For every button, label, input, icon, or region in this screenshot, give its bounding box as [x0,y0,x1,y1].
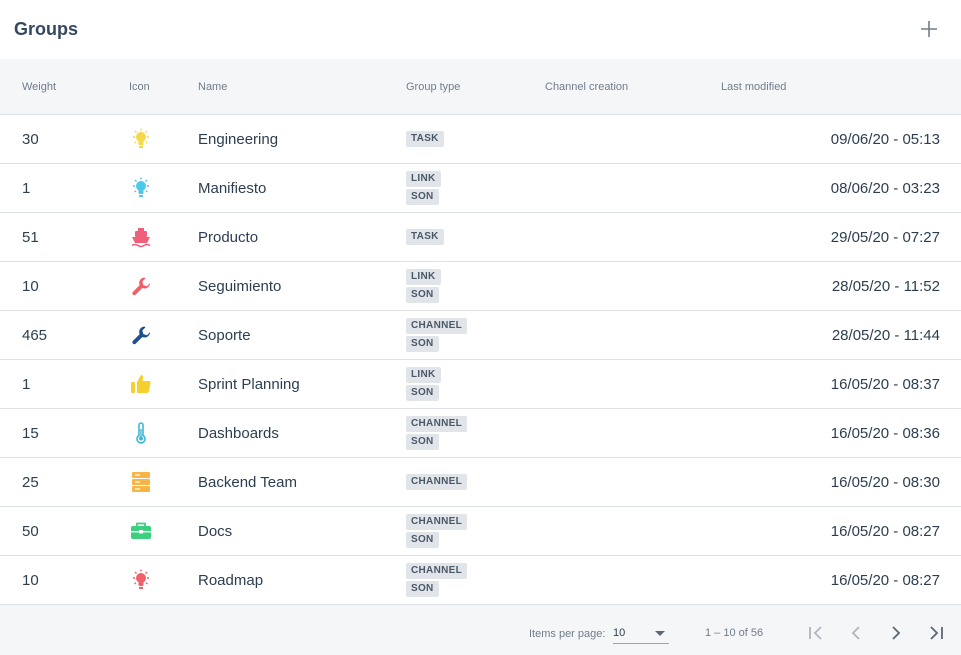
group-type-tag: LINK [406,367,441,383]
group-type-tags: CHANNEL SON [406,556,467,604]
column-header-group-type[interactable]: Group type [406,81,460,93]
row-weight: 25 [22,474,39,491]
group-type-tag: CHANNEL [406,318,467,334]
lightbulb-icon [129,127,153,151]
row-name: Soporte [198,327,251,344]
chevron-down-icon [655,631,665,636]
previous-page-icon[interactable] [845,622,867,644]
row-weight: 465 [22,327,48,344]
table-row[interactable]: 25 Backend Team CHANNEL 16/05/20 - 08:30 [0,458,961,507]
row-name: Roadmap [198,572,264,589]
row-last-modified: 29/05/20 - 07:27 [830,229,940,246]
items-per-page-select[interactable]: 10 [613,624,669,644]
table-row[interactable]: 465 Soporte CHANNEL SON 28/05/20 - 11:44 [0,311,961,360]
row-name: Dashboards [198,425,279,442]
group-type-tag: LINK [406,171,441,187]
row-last-modified: 09/06/20 - 05:13 [830,131,940,148]
group-type-tags: CHANNEL SON [406,507,467,555]
row-name: Docs [198,523,233,540]
paginator: Items per page: 10 1 – 10 of 56 [0,605,961,654]
table-row[interactable]: 15 Dashboards CHANNEL SON 16/05/20 - 08:36 [0,409,961,458]
thermometer-icon [129,421,153,445]
row-name: Seguimiento [198,278,282,295]
row-last-modified: 28/05/20 - 11:44 [831,327,940,344]
row-weight: 1 [22,180,31,197]
row-weight: 51 [22,229,39,246]
row-last-modified: 08/06/20 - 03:23 [830,180,940,197]
group-type-tag: SON [406,581,439,597]
row-last-modified: 16/05/20 - 08:36 [830,425,940,442]
table-row[interactable]: 10 Seguimiento LINK SON 28/05/20 - 11:52 [0,262,961,311]
page-header: Groups [0,0,961,59]
plus-icon[interactable] [917,17,941,41]
group-type-tag: SON [406,532,439,548]
group-type-tags: TASK [406,115,444,163]
group-type-tags: CHANNEL SON [406,311,467,359]
table-row[interactable]: 1 Manifiesto LINK SON 08/06/20 - 03:23 [0,164,961,213]
toolbox-icon [129,519,153,543]
row-weight: 10 [22,572,39,589]
lightbulb-icon [129,176,153,200]
row-weight: 30 [22,131,39,148]
groups-table-body: 30 Engineering TASK 09/06/20 - 05:13 1 Mani… [0,115,961,605]
column-header-weight[interactable]: Weight [22,81,56,93]
items-per-page-value: 10 [613,627,626,639]
group-type-tag: CHANNEL [406,416,467,432]
column-header-last-modified[interactable]: Last modified [721,81,786,93]
server-icon [129,470,153,494]
row-weight: 15 [22,425,39,442]
group-type-tag: TASK [406,131,444,147]
table-row[interactable]: 51 Producto TASK 29/05/20 - 07:27 [0,213,961,262]
group-type-tag: LINK [406,269,441,285]
last-page-icon[interactable] [925,622,947,644]
wrench-icon [129,274,153,298]
row-name: Manifiesto [198,180,267,197]
group-type-tag: CHANNEL [406,514,467,530]
table-row[interactable]: 30 Engineering TASK 09/06/20 - 05:13 [0,115,961,164]
row-last-modified: 16/05/20 - 08:27 [830,523,940,540]
lightbulb-icon [129,568,153,592]
items-per-page-label: Items per page: [529,628,606,640]
group-type-tags: LINK SON [406,262,441,310]
row-weight: 10 [22,278,39,295]
wrench-icon [129,323,153,347]
page-title: Groups [14,19,79,39]
column-header-icon: Icon [129,80,150,93]
next-page-icon[interactable] [885,622,907,644]
group-type-tag: TASK [406,229,444,245]
row-weight: 1 [22,376,31,393]
row-name: Sprint Planning [198,376,300,393]
table-row[interactable]: 10 Roadmap CHANNEL SON 16/05/20 - 08:27 [0,556,961,605]
group-type-tags: TASK [406,213,444,261]
group-type-tags: LINK SON [406,360,441,408]
thumbs-up-icon [129,372,153,396]
row-last-modified: 16/05/20 - 08:37 [830,376,940,393]
group-type-tags: CHANNEL [406,458,467,506]
row-last-modified: 16/05/20 - 08:30 [830,474,940,491]
ship-icon [129,225,153,249]
table-header: Weight Icon Name Group type Channel crea… [0,59,961,115]
row-weight: 50 [22,523,39,540]
table-row[interactable]: 50 Docs CHANNEL SON 16/05/20 - 08:27 [0,507,961,556]
row-last-modified: 16/05/20 - 08:27 [830,572,940,589]
page-range-label: 1 – 10 of 56 [705,627,764,639]
group-type-tag: SON [406,336,439,352]
row-name: Engineering [198,131,279,148]
column-header-name[interactable]: Name [198,81,227,93]
row-last-modified: 28/05/20 - 11:52 [831,278,940,295]
group-type-tags: LINK SON [406,164,441,212]
group-type-tag: SON [406,287,439,303]
table-row[interactable]: 1 Sprint Planning LINK SON 16/05/20 - 08:37 [0,360,961,409]
group-type-tag: SON [406,189,439,205]
row-name: Producto [198,229,259,246]
group-type-tag: SON [406,385,439,401]
group-type-tags: CHANNEL SON [406,409,467,457]
column-header-channel-creation[interactable]: Channel creation [545,81,628,93]
group-type-tag: SON [406,434,439,450]
first-page-icon[interactable] [805,622,827,644]
group-type-tag: CHANNEL [406,563,467,579]
row-name: Backend Team [198,474,297,491]
group-type-tag: CHANNEL [406,474,467,490]
